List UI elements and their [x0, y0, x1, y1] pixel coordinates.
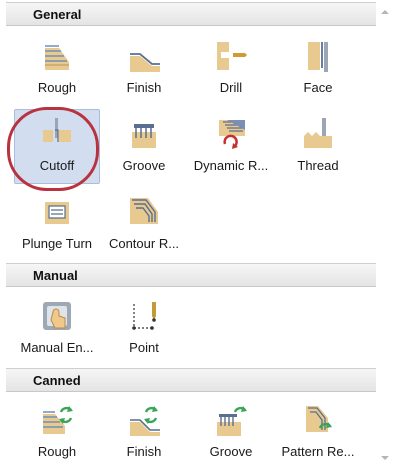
rough-icon [45, 45, 69, 70]
dynamic-rough-icon [219, 120, 245, 149]
canned-rough-icon [43, 406, 73, 434]
tool-dynamic-rough[interactable]: Dynamic R... [184, 112, 278, 180]
tool-label: Contour R... [108, 236, 180, 251]
section-title: Manual [33, 268, 78, 283]
scroll-down-icon[interactable] [379, 452, 391, 464]
pattern-repeat-icon [306, 406, 332, 432]
tool-rough[interactable]: Rough [10, 34, 104, 102]
tool-face[interactable]: Face [271, 34, 365, 102]
tool-canned-finish[interactable]: Finish [97, 398, 191, 466]
scroll-up-icon[interactable] [379, 6, 391, 18]
tool-plunge-turn[interactable]: Plunge Turn [10, 190, 104, 258]
tool-label: Drill [219, 80, 243, 95]
tool-label: Rough [37, 444, 77, 459]
tool-label: Groove [209, 444, 253, 459]
tool-label: Rough [37, 80, 77, 95]
tool-label: Point [129, 340, 159, 355]
tool-label: Finish [126, 444, 162, 459]
tool-label: Face [303, 80, 333, 95]
tool-canned-groove[interactable]: Groove [184, 398, 278, 466]
tool-label: Thread [297, 158, 339, 173]
manual-entry-icon [43, 302, 71, 330]
section-title: Canned [33, 373, 81, 388]
tool-label: Pattern Re... [281, 444, 355, 459]
section-header-canned[interactable]: Canned [6, 368, 376, 392]
section-header-general[interactable]: General [6, 2, 376, 26]
canned-finish-icon [130, 406, 160, 436]
thread-icon [304, 118, 332, 148]
point-icon [132, 302, 156, 330]
face-icon [308, 42, 328, 72]
tool-contour-rough[interactable]: Contour R... [97, 190, 191, 258]
tool-pattern-repeat[interactable]: Pattern Re... [271, 398, 365, 466]
drill-icon [217, 42, 247, 70]
tool-label: Groove [122, 158, 166, 173]
contour-rough-icon [130, 198, 158, 224]
tool-finish[interactable]: Finish [97, 34, 191, 102]
section-title: General [33, 7, 82, 22]
tool-point[interactable]: Point [97, 294, 191, 362]
tool-drill[interactable]: Drill [184, 34, 278, 102]
tool-label: Finish [126, 80, 162, 95]
tool-label: Dynamic R... [193, 158, 269, 173]
tool-manual-entry[interactable]: Manual En... [10, 294, 104, 362]
canned-groove-icon [217, 406, 247, 436]
highlight-ring [7, 107, 99, 191]
section-header-manual[interactable]: Manual [6, 263, 376, 287]
finish-icon [130, 53, 160, 72]
tool-thread[interactable]: Thread [271, 112, 365, 180]
toolpath-palette: General Rough Finish Drill Face Cutoff G… [0, 0, 394, 471]
tool-label: Manual En... [20, 340, 94, 355]
tool-label: Plunge Turn [21, 236, 93, 251]
groove-icon [132, 124, 156, 148]
plunge-turn-icon [45, 202, 69, 224]
tool-groove[interactable]: Groove [97, 112, 191, 180]
tool-canned-rough[interactable]: Rough [10, 398, 104, 466]
